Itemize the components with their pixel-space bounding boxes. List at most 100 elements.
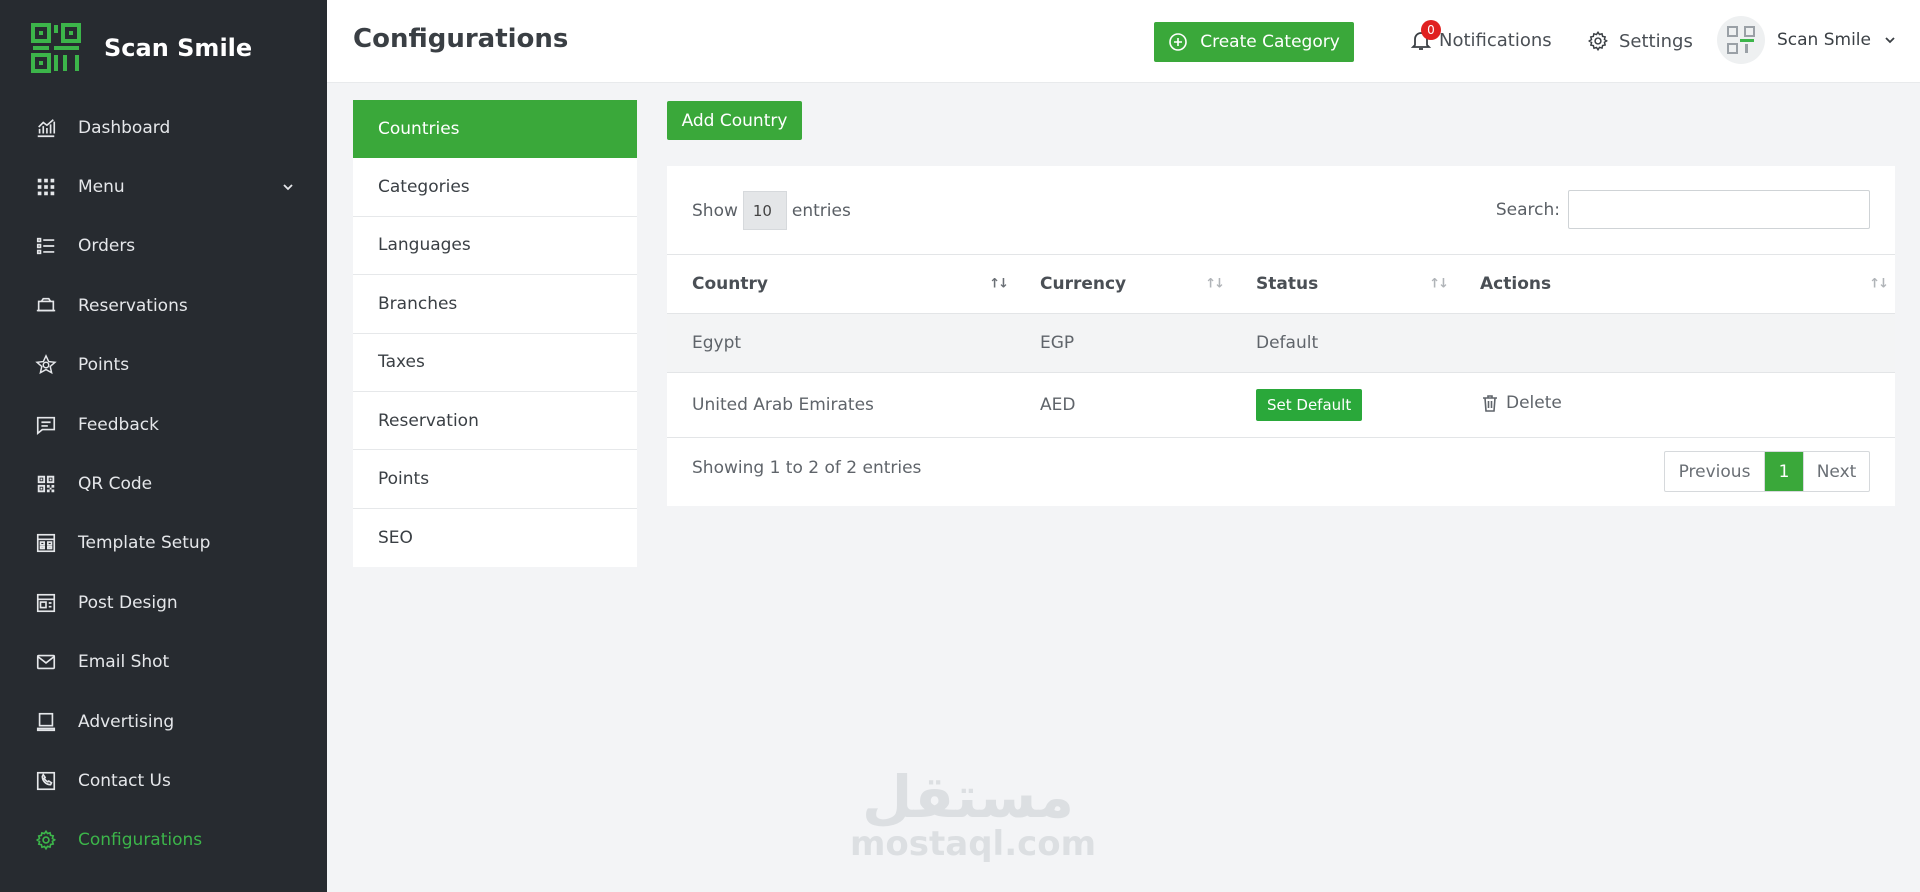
grid-icon — [34, 175, 58, 199]
column-label: Actions — [1480, 274, 1552, 294]
sidebar-item-feedback[interactable]: Feedback — [0, 395, 327, 454]
config-tab-branches[interactable]: Branches — [353, 275, 637, 334]
brand[interactable]: Scan Smile — [30, 22, 252, 74]
page-1-button[interactable]: 1 — [1765, 452, 1803, 491]
sidebar-item-label: Reservations — [78, 295, 188, 316]
star-icon — [34, 353, 58, 377]
config-tab-taxes[interactable]: Taxes — [353, 334, 637, 392]
country-cell: United Arab Emirates — [667, 372, 1015, 438]
sidebar-item-label: Configurations — [78, 830, 203, 851]
countries-card: Show 10 entries Search: Country ↑↓ Curre… — [667, 166, 1895, 506]
entries-length-control: Show 10 entries — [692, 191, 851, 230]
sidebar-item-label: Points — [78, 355, 130, 376]
sidebar-item-configurations[interactable]: Configurations — [0, 811, 327, 870]
show-label: Show — [692, 200, 738, 221]
notifications-button[interactable]: 0 Notifications — [1409, 20, 1552, 52]
avatar — [1717, 16, 1765, 64]
qr-icon — [34, 472, 58, 496]
column-label: Status — [1256, 274, 1319, 294]
currency-cell: AED — [1015, 372, 1231, 438]
table-row: Egypt EGP Default — [667, 313, 1895, 373]
status-cell: Default — [1231, 313, 1455, 373]
sort-icon: ↑↓ — [989, 276, 1009, 292]
next-page-button[interactable]: Next — [1803, 452, 1869, 491]
table-header-row: Country ↑↓ Currency ↑↓ Status ↑↓ Actions… — [667, 254, 1895, 314]
sidebar-item-dashboard[interactable]: Dashboard — [0, 98, 327, 157]
qr-logo-icon — [1727, 26, 1755, 54]
previous-page-button[interactable]: Previous — [1665, 452, 1765, 491]
mail-icon — [34, 650, 58, 674]
settings-button[interactable]: Settings — [1587, 30, 1693, 52]
chevron-down-icon — [283, 184, 293, 191]
config-tab-countries[interactable]: Countries — [353, 100, 637, 159]
create-category-label: Create Category — [1200, 32, 1340, 52]
column-header-actions[interactable]: Actions ↑↓ — [1455, 254, 1895, 314]
sidebar-item-orders[interactable]: Orders — [0, 217, 327, 276]
sidebar-item-email-shot[interactable]: Email Shot — [0, 633, 327, 692]
table-row: United Arab Emirates AED Set Default Del… — [667, 372, 1895, 438]
actions-cell — [1455, 313, 1895, 373]
entries-select[interactable]: 10 — [742, 191, 787, 230]
trash-icon — [1483, 394, 1497, 412]
sidebar-item-label: Orders — [78, 236, 136, 257]
user-menu[interactable]: Scan Smile — [1717, 16, 1897, 64]
countries-table: Country ↑↓ Currency ↑↓ Status ↑↓ Actions… — [667, 254, 1895, 438]
post-design-icon — [34, 591, 58, 615]
config-tab-seo[interactable]: SEO — [353, 509, 637, 567]
settings-label: Settings — [1619, 30, 1693, 52]
delete-label: Delete — [1506, 392, 1562, 413]
chevron-down-icon — [1885, 37, 1895, 44]
column-header-status[interactable]: Status ↑↓ — [1231, 254, 1455, 314]
column-label: Currency — [1040, 274, 1127, 294]
list-icon — [34, 234, 58, 258]
add-country-button[interactable]: Add Country — [667, 101, 802, 140]
sidebar-item-template-setup[interactable]: Template Setup — [0, 514, 327, 573]
phone-icon — [34, 769, 58, 793]
sort-icon: ↑↓ — [1869, 276, 1889, 292]
template-icon — [34, 531, 58, 555]
notification-count-badge: 0 — [1421, 20, 1441, 40]
delete-button[interactable]: Delete — [1480, 393, 1562, 413]
monitor-icon — [34, 710, 58, 734]
gear-icon — [34, 828, 58, 852]
config-tab-categories[interactable]: Categories — [353, 158, 637, 217]
country-cell: Egypt — [667, 313, 1015, 373]
sidebar-item-label: Menu — [78, 177, 125, 198]
ticket-icon — [34, 294, 58, 318]
column-header-country[interactable]: Country ↑↓ — [667, 254, 1015, 314]
page-title: Configurations — [353, 24, 569, 54]
column-header-currency[interactable]: Currency ↑↓ — [1015, 254, 1231, 314]
sidebar-item-label: Dashboard — [78, 117, 171, 138]
sidebar-item-label: Email Shot — [78, 652, 170, 673]
sidebar-item-qr-code[interactable]: QR Code — [0, 454, 327, 513]
entries-label: entries — [791, 200, 851, 221]
sidebar-item-label: Post Design — [78, 592, 178, 613]
sidebar-item-advertising[interactable]: Advertising — [0, 692, 327, 751]
qr-logo-icon — [31, 23, 81, 73]
sidebar-item-label: Advertising — [78, 711, 175, 732]
sidebar-item-contact-us[interactable]: Contact Us — [0, 751, 327, 810]
notifications-label: Notifications — [1439, 29, 1552, 51]
watermark: مستقل mostaql.com — [850, 762, 1097, 864]
sidebar-item-label: QR Code — [78, 474, 153, 495]
set-default-button[interactable]: Set Default — [1256, 389, 1363, 421]
config-tab-reservation[interactable]: Reservation — [353, 392, 637, 451]
sidebar-item-label: Contact Us — [78, 770, 171, 791]
config-tab-points[interactable]: Points — [353, 450, 637, 509]
watermark-arabic: مستقل — [861, 763, 1075, 831]
plus-circle-icon — [1169, 33, 1188, 51]
search-label: Search: — [1495, 199, 1560, 220]
pagination: Previous 1 Next — [1664, 451, 1870, 492]
sidebar-item-menu[interactable]: Menu — [0, 157, 327, 216]
status-cell: Set Default — [1231, 372, 1455, 438]
feedback-icon — [34, 413, 58, 437]
create-category-button[interactable]: Create Category — [1154, 22, 1354, 62]
sidebar-item-post-design[interactable]: Post Design — [0, 573, 327, 632]
watermark-latin: mostaql.com — [850, 824, 1097, 864]
sidebar-item-reservations[interactable]: Reservations — [0, 276, 327, 335]
search-input[interactable] — [1568, 190, 1870, 229]
sidebar-item-points[interactable]: Points — [0, 336, 327, 395]
bell-icon: 0 — [1409, 20, 1441, 52]
config-tab-languages[interactable]: Languages — [353, 217, 637, 276]
brand-name: Scan Smile — [104, 34, 253, 62]
